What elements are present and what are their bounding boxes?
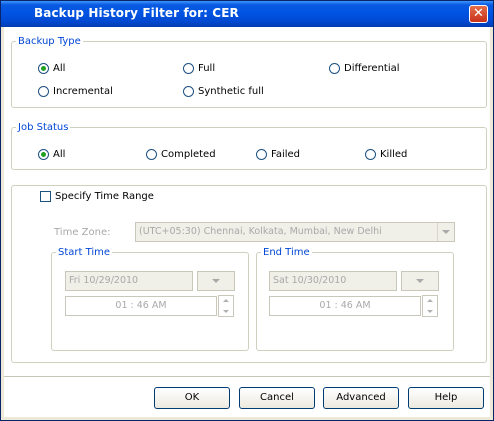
backup-type-all-radio[interactable]: All: [38, 63, 65, 74]
time-zone-value: (UTC+05:30) Chennai, Kolkata, Mumbai, Ne…: [139, 226, 382, 237]
backup-type-legend: Backup Type: [18, 36, 81, 47]
checkbox-label: Specify Time Range: [55, 191, 154, 202]
time-separator: :: [130, 300, 134, 311]
spin-up-icon[interactable]: [423, 296, 437, 306]
radio-label: All: [53, 149, 66, 160]
end-date-field[interactable]: Sat 10/30/2010: [269, 271, 397, 291]
advanced-button[interactable]: Advanced: [323, 387, 399, 409]
dialog-body: Backup Type All Full Differential Increm…: [4, 27, 490, 417]
specify-time-range-checkbox[interactable]: Specify Time Range: [37, 191, 157, 202]
radio-icon: [183, 86, 194, 97]
checkbox-icon: [40, 191, 51, 202]
radio-label: Incremental: [53, 86, 113, 97]
radio-label: Killed: [380, 149, 408, 160]
end-time-spinner[interactable]: [422, 295, 438, 317]
job-status-completed-radio[interactable]: Completed: [146, 149, 216, 160]
start-time-field[interactable]: 01 : 46 AM: [65, 296, 217, 316]
button-divider: [4, 376, 490, 378]
help-button[interactable]: Help: [408, 387, 484, 409]
time-zone-label: Time Zone:: [54, 227, 111, 238]
radio-icon: [329, 63, 340, 74]
radio-icon: [256, 149, 267, 160]
start-date-dropdown-button[interactable]: [197, 271, 235, 291]
backup-type-incremental-radio[interactable]: Incremental: [38, 86, 113, 97]
job-status-legend: Job Status: [18, 122, 69, 133]
start-date-value: Fri 10/29/2010: [69, 275, 139, 286]
chevron-down-icon: [437, 223, 454, 241]
start-time-legend: Start Time: [58, 247, 111, 258]
job-status-failed-radio[interactable]: Failed: [256, 149, 300, 160]
end-date-dropdown-button[interactable]: [401, 271, 439, 291]
spin-down-icon[interactable]: [423, 306, 437, 316]
radio-label: All: [53, 63, 66, 74]
cancel-button[interactable]: Cancel: [239, 387, 315, 409]
radio-label: Completed: [161, 149, 216, 160]
radio-label: Differential: [344, 63, 400, 74]
backup-type-differential-radio[interactable]: Differential: [329, 63, 400, 74]
backup-type-full-radio[interactable]: Full: [183, 63, 215, 74]
radio-icon: [146, 149, 157, 160]
start-minute: 46 AM: [136, 300, 167, 311]
backup-type-synthetic-full-radio[interactable]: Synthetic full: [183, 86, 264, 97]
radio-selected-icon: [38, 63, 49, 74]
time-zone-dropdown[interactable]: (UTC+05:30) Chennai, Kolkata, Mumbai, Ne…: [135, 222, 455, 242]
radio-icon: [365, 149, 376, 160]
end-hour: 01: [319, 300, 332, 311]
radio-label: Full: [198, 63, 216, 74]
job-status-all-radio[interactable]: All: [38, 149, 65, 160]
close-button[interactable]: ✕: [469, 5, 488, 23]
end-minute: 46 AM: [340, 300, 371, 311]
chevron-down-icon: [212, 279, 220, 283]
spin-down-icon[interactable]: [219, 306, 233, 316]
start-date-field[interactable]: Fri 10/29/2010: [65, 271, 193, 291]
radio-label: Failed: [271, 149, 301, 160]
title-bar[interactable]: Backup History Filter for: CER ✕: [1, 1, 493, 27]
start-hour: 01: [115, 300, 128, 311]
job-status-killed-radio[interactable]: Killed: [365, 149, 407, 160]
end-date-value: Sat 10/30/2010: [273, 275, 347, 286]
backup-type-group: Backup Type: [11, 36, 487, 108]
time-separator: :: [334, 300, 338, 311]
radio-selected-icon: [38, 149, 49, 160]
end-time-field[interactable]: 01 : 46 AM: [269, 296, 421, 316]
dialog-window: Backup History Filter for: CER ✕ Backup …: [0, 0, 494, 421]
radio-label: Synthetic full: [198, 86, 264, 97]
job-status-group: Job Status: [11, 122, 487, 170]
end-time-legend: End Time: [263, 247, 310, 258]
radio-icon: [183, 63, 194, 74]
start-time-spinner[interactable]: [218, 295, 234, 317]
ok-button[interactable]: OK: [154, 387, 230, 409]
spin-up-icon[interactable]: [219, 296, 233, 306]
chevron-down-icon: [416, 279, 424, 283]
radio-icon: [38, 86, 49, 97]
window-title: Backup History Filter for: CER: [34, 6, 239, 20]
